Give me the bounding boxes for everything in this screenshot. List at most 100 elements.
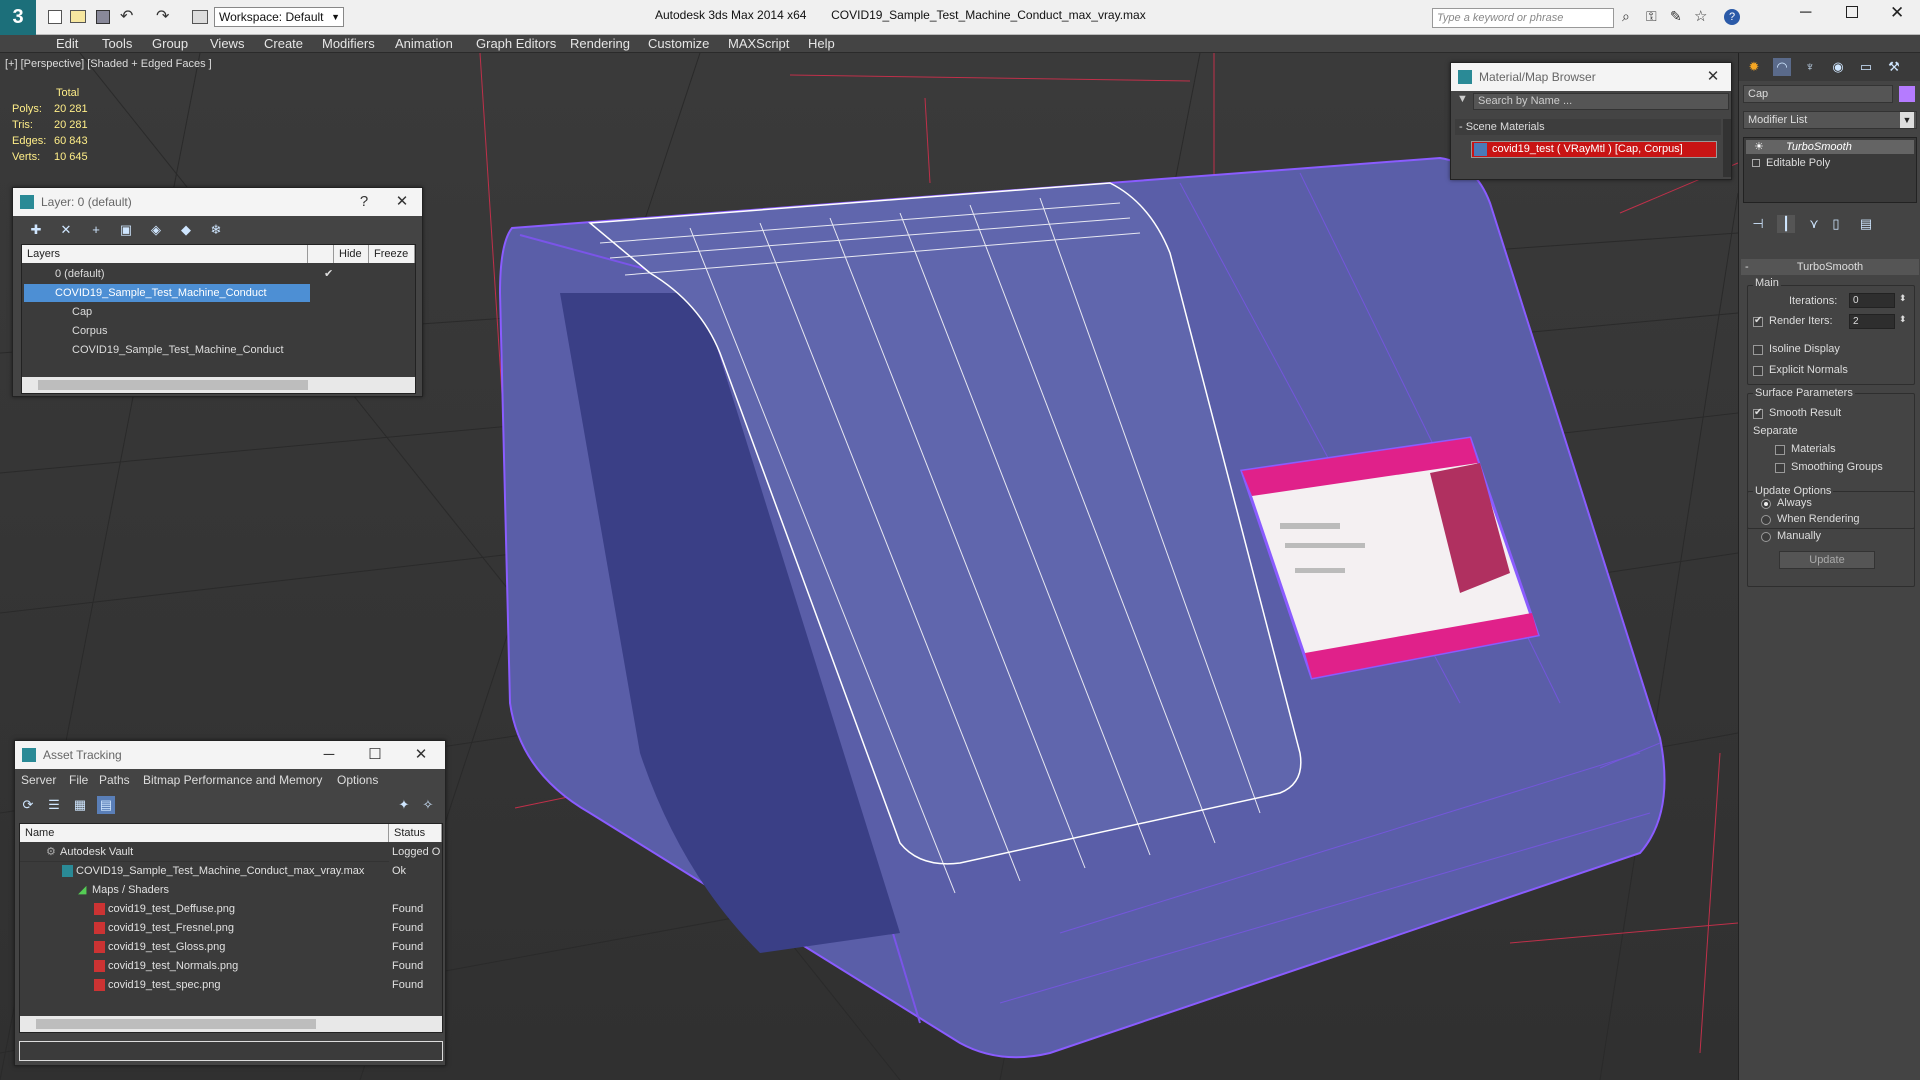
pin-stack-icon[interactable]: ⊣: [1749, 215, 1767, 233]
select-objects-icon[interactable]: ▣: [117, 221, 135, 239]
asset-row-map[interactable]: covid19_test_Fresnel.png: [20, 919, 389, 938]
search-input[interactable]: Type a keyword or phrase: [1432, 8, 1614, 28]
smoothing-groups-checkbox[interactable]: [1775, 463, 1785, 473]
isoline-checkbox[interactable]: [1753, 345, 1763, 355]
turbosmooth-rollout-header[interactable]: - TurboSmooth: [1741, 259, 1919, 275]
asset-row-maps[interactable]: ◢ Maps / Shaders: [20, 881, 389, 900]
layer-row[interactable]: COVID19_Sample_Test_Machine_Conduct: [22, 341, 415, 359]
save-icon[interactable]: [96, 10, 110, 24]
redo-icon[interactable]: ↷: [156, 6, 169, 26]
layer-row[interactable]: Cap: [22, 303, 415, 321]
viewport-label[interactable]: [+] [Perspective] [Shaded + Edged Faces …: [5, 58, 212, 70]
app-logo-icon[interactable]: 3: [0, 0, 36, 35]
asset-tracking-titlebar[interactable]: Asset Tracking ─ ☐ ✕: [15, 741, 445, 769]
object-name-field[interactable]: Cap: [1743, 85, 1893, 103]
spinner-arrows-icon[interactable]: ⬍: [1899, 293, 1907, 304]
project-folder-icon[interactable]: [192, 10, 208, 24]
show-end-result-icon[interactable]: ┃: [1777, 215, 1795, 233]
asset-horizontal-scrollbar[interactable]: [20, 1016, 442, 1032]
minimize-button[interactable]: ─: [1800, 4, 1811, 22]
make-unique-icon[interactable]: ⋎: [1805, 215, 1823, 233]
hide-all-icon[interactable]: ◆: [177, 221, 195, 239]
col-current[interactable]: [308, 245, 334, 263]
col-layers[interactable]: Layers: [22, 245, 308, 263]
at-menu-paths[interactable]: Paths: [99, 769, 130, 791]
menu-views[interactable]: Views: [208, 35, 246, 53]
asset-row-map[interactable]: covid19_test_Deffuse.png: [20, 900, 389, 919]
layer-close-button[interactable]: ✕: [388, 188, 416, 216]
highlight-assets-icon[interactable]: ✦: [395, 796, 413, 814]
asset-row-scene[interactable]: COVID19_Sample_Test_Machine_Conduct_max_…: [20, 862, 389, 881]
scene-materials-header[interactable]: - Scene Materials: [1455, 119, 1721, 135]
col-hide[interactable]: Hide: [334, 245, 369, 263]
configure-sets-icon[interactable]: ▤: [1857, 215, 1875, 233]
material-browser-titlebar[interactable]: Material/Map Browser ✕: [1451, 63, 1731, 91]
layer-dialog-titlebar[interactable]: Layer: 0 (default) ? ✕: [13, 188, 422, 216]
menu-tools[interactable]: Tools: [100, 35, 134, 53]
table-view-icon[interactable]: ▤: [97, 796, 115, 814]
at-menu-bitmap[interactable]: Bitmap Performance and Memory: [143, 769, 322, 791]
motion-tab-icon[interactable]: ◉: [1829, 58, 1847, 76]
at-menu-file[interactable]: File: [69, 769, 88, 791]
menu-rendering[interactable]: Rendering: [568, 35, 632, 53]
col-freeze[interactable]: Freeze: [369, 245, 415, 263]
materials-checkbox[interactable]: [1775, 445, 1785, 455]
menu-maxscript[interactable]: MAXScript: [726, 35, 791, 53]
spinner-arrows-icon[interactable]: ⬍: [1899, 314, 1907, 325]
layer-row[interactable]: Corpus: [22, 322, 415, 340]
material-scrollbar[interactable]: [1723, 119, 1731, 177]
add-to-layer-icon[interactable]: +: [87, 221, 105, 239]
display-tab-icon[interactable]: ▭: [1857, 58, 1875, 76]
manually-radio[interactable]: [1761, 532, 1771, 542]
material-options-icon[interactable]: ▼: [1457, 93, 1468, 105]
asset-row-vault[interactable]: ⚙ Autodesk Vault: [20, 843, 389, 862]
explicit-normals-checkbox[interactable]: [1753, 366, 1763, 376]
stack-item-editable-poly[interactable]: Editable Poly: [1746, 156, 1914, 170]
menu-customize[interactable]: Customize: [646, 35, 711, 53]
list-view-icon[interactable]: ☰: [45, 796, 63, 814]
utilities-tab-icon[interactable]: ⚒: [1885, 58, 1903, 76]
maximize-button[interactable]: [1846, 6, 1858, 18]
render-iters-checkbox[interactable]: ✔: [1753, 315, 1763, 327]
render-iters-spinner[interactable]: 2: [1849, 314, 1895, 329]
remove-modifier-icon[interactable]: ▯: [1827, 215, 1845, 233]
delete-layer-icon[interactable]: ✕: [57, 221, 75, 239]
at-minimize-button[interactable]: ─: [315, 741, 343, 769]
close-button[interactable]: ✕: [1890, 3, 1904, 23]
col-status[interactable]: Status: [389, 824, 442, 842]
material-close-button[interactable]: ✕: [1699, 63, 1727, 91]
modify-tab-icon[interactable]: ◠: [1773, 58, 1791, 76]
always-radio[interactable]: [1761, 499, 1771, 509]
layer-row-selected[interactable]: COVID19_Sample_Test_Machine_Conduct: [24, 284, 310, 302]
at-menu-options[interactable]: Options: [337, 769, 378, 791]
iterations-spinner[interactable]: 0: [1849, 293, 1895, 308]
menu-group[interactable]: Group: [150, 35, 190, 53]
freeze-all-icon[interactable]: ❄: [207, 221, 225, 239]
stack-item-turbosmooth[interactable]: ☀ TurboSmooth: [1746, 140, 1914, 154]
create-layer-icon[interactable]: ✚: [27, 221, 45, 239]
help-icon[interactable]: ?: [1724, 9, 1740, 25]
asset-row-map[interactable]: covid19_test_Gloss.png: [20, 938, 389, 957]
at-menu-server[interactable]: Server: [21, 769, 56, 791]
menu-modifiers[interactable]: Modifiers: [320, 35, 377, 53]
menu-graph-editors[interactable]: Graph Editors: [474, 35, 558, 53]
modifier-list-dropdown[interactable]: Modifier List ▼: [1743, 111, 1917, 129]
asset-row-map[interactable]: covid19_test_Normals.png: [20, 957, 389, 976]
highlight-layer-icon[interactable]: ◈: [147, 221, 165, 239]
undo-icon[interactable]: ↶: [120, 6, 133, 26]
asset-path-field[interactable]: [19, 1041, 443, 1061]
material-item[interactable]: covid19_test ( VRayMtl ) [Cap, Corpus]: [1471, 141, 1717, 158]
favorites-star-icon[interactable]: ☆: [1694, 7, 1707, 25]
workspace-dropdown[interactable]: Workspace: Default ▼: [214, 7, 344, 27]
scroll-thumb[interactable]: [38, 380, 308, 390]
update-button[interactable]: Update: [1779, 551, 1875, 569]
at-maximize-button[interactable]: ☐: [361, 741, 389, 769]
when-rendering-radio[interactable]: [1761, 515, 1771, 525]
binoculars-icon[interactable]: ⌕: [1622, 8, 1630, 25]
refresh-icon[interactable]: ⟳: [19, 796, 37, 814]
menu-help[interactable]: Help: [806, 35, 837, 53]
scroll-thumb[interactable]: [36, 1019, 316, 1029]
new-file-icon[interactable]: [48, 10, 62, 24]
smooth-result-checkbox[interactable]: ✔: [1753, 407, 1763, 419]
asset-row-map[interactable]: covid19_test_spec.png: [20, 976, 389, 995]
